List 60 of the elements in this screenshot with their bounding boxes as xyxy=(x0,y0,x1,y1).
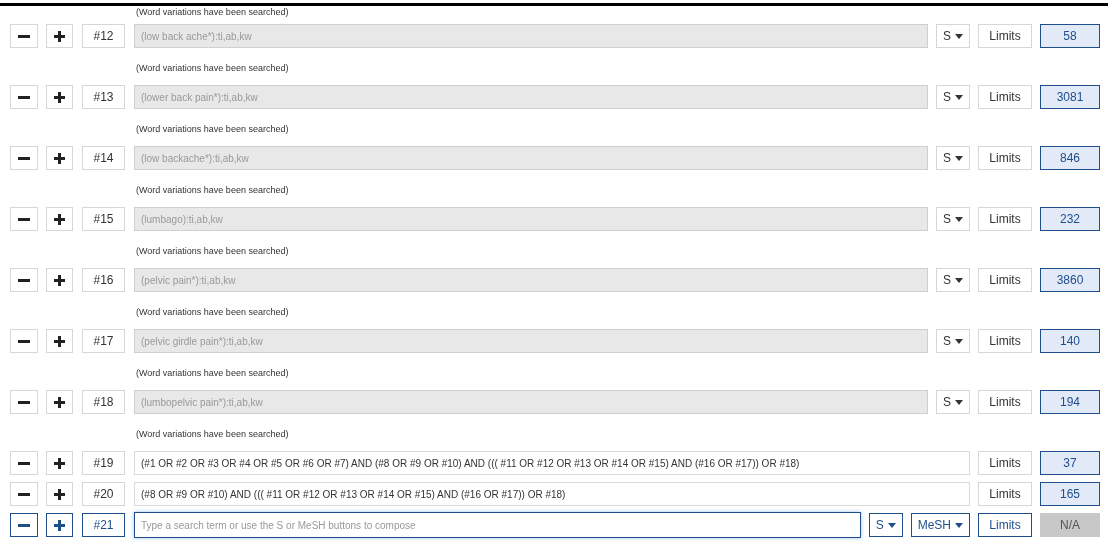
remove-button[interactable] xyxy=(10,513,38,537)
minus-icon xyxy=(18,95,30,99)
plus-icon xyxy=(54,488,65,500)
minus-icon xyxy=(18,492,30,496)
caret-icon xyxy=(955,522,963,528)
caret-icon xyxy=(955,399,963,405)
search-field[interactable]: (#8 OR #9 OR #10) AND ((( #11 OR #12 OR #13 OR #14 OR #15) AND (#16 OR #17)) OR #18) xyxy=(134,482,970,506)
plus-icon xyxy=(54,519,65,531)
caret-icon xyxy=(955,277,963,283)
line-number: #20 xyxy=(82,482,125,506)
caret-icon xyxy=(955,338,963,344)
plus-icon xyxy=(54,457,65,469)
plus-icon xyxy=(54,30,65,42)
minus-icon xyxy=(18,400,30,404)
plus-icon xyxy=(54,335,65,347)
search-note: (Word variations have been searched) xyxy=(135,6,290,18)
plus-icon xyxy=(54,213,65,225)
limits-button[interactable]: Limits xyxy=(978,513,1032,537)
line-number: #16 xyxy=(82,268,125,292)
line-number: #18 xyxy=(82,390,125,414)
line-number: #15 xyxy=(82,207,125,231)
caret-icon xyxy=(955,94,963,100)
line-number: #14 xyxy=(82,146,125,170)
plus-icon xyxy=(54,152,65,164)
search-note: (Word variations have been searched) xyxy=(135,123,290,135)
line-number: #12 xyxy=(82,24,125,48)
line-number: #21 xyxy=(82,513,125,537)
minus-icon xyxy=(18,217,30,221)
caret-icon xyxy=(887,522,896,528)
line-number: #17 xyxy=(82,329,125,353)
search-note: (Word variations have been searched) xyxy=(135,62,290,74)
s-dropdown-button[interactable]: S xyxy=(868,513,903,537)
search-note: (Word variations have been searched) xyxy=(135,245,290,257)
minus-icon xyxy=(18,461,30,465)
search-field[interactable]: Type a search term or use the S or MeSH buttons to compose xyxy=(134,512,861,538)
caret-icon xyxy=(955,216,963,222)
search-note: (Word variations have been searched) xyxy=(135,428,290,440)
result-count: N/A xyxy=(1040,513,1100,537)
line-number: #19 xyxy=(82,451,125,475)
result-count[interactable]: 165 xyxy=(1040,482,1100,506)
limits-button[interactable]: Limits xyxy=(978,482,1032,506)
add-button[interactable] xyxy=(46,513,73,537)
search-note: (Word variations have been searched) xyxy=(135,367,290,379)
caret-icon xyxy=(955,33,963,39)
plus-icon xyxy=(54,396,65,408)
minus-icon xyxy=(18,339,30,343)
mesh-dropdown-button[interactable]: MeSH xyxy=(910,513,970,537)
caret-icon xyxy=(955,155,963,161)
plus-icon xyxy=(54,274,65,286)
search-note: (Word variations have been searched) xyxy=(135,306,290,318)
plus-icon xyxy=(54,91,65,103)
result-count[interactable]: 37 xyxy=(1040,451,1100,475)
minus-icon xyxy=(18,156,30,160)
minus-icon xyxy=(18,523,30,527)
minus-icon xyxy=(18,278,30,282)
search-field[interactable]: (#1 OR #2 OR #3 OR #4 OR #5 OR #6 OR #7) AND (#8 OR #9 OR #10) AND ((( #11 OR #12 OR #13 OR #14 OR #15) AND (#16 OR #17)) OR #18) xyxy=(134,451,970,475)
line-number: #13 xyxy=(82,85,125,109)
limits-button[interactable]: Limits xyxy=(978,451,1032,475)
search-note: (Word variations have been searched) xyxy=(135,184,290,196)
minus-icon xyxy=(18,34,30,38)
